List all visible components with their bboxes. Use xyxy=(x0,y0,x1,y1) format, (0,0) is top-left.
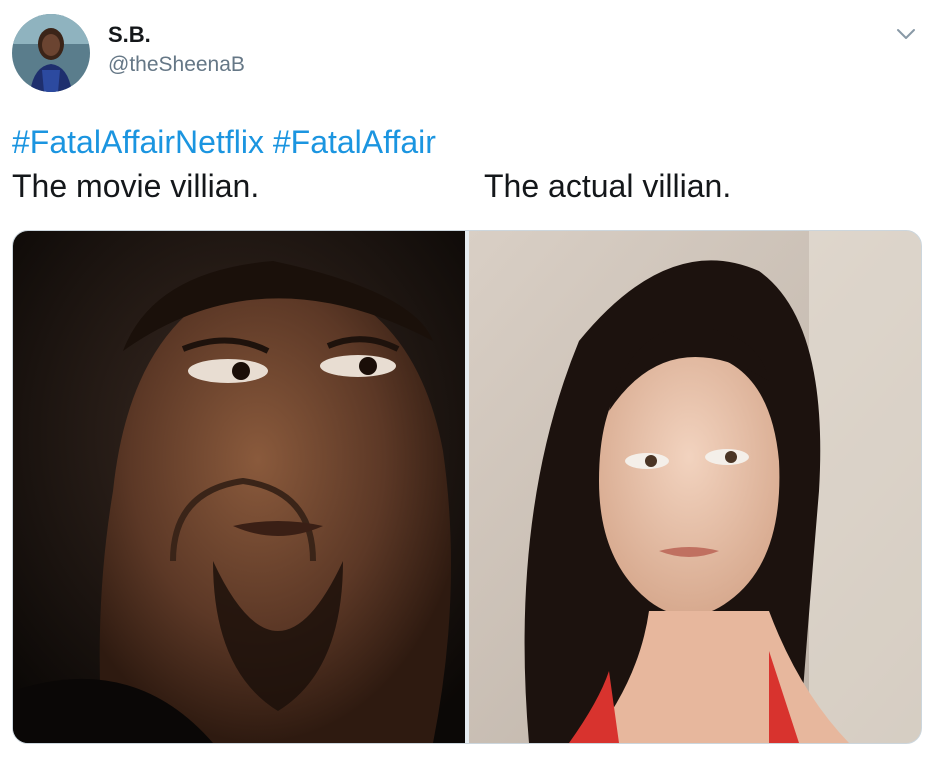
caption-row: The movie villian. The actual villian. xyxy=(12,164,912,208)
hashtag-line: #FatalAffairNetflix #FatalAffair xyxy=(12,120,912,164)
photo-man-portrait[interactable] xyxy=(13,231,465,743)
caption-left: The movie villian. xyxy=(12,168,260,204)
photo-woman-portrait[interactable] xyxy=(469,231,921,743)
caption-right: The actual villian. xyxy=(484,168,732,204)
chevron-down-icon[interactable] xyxy=(894,24,918,44)
display-name[interactable]: S.B. xyxy=(108,22,151,48)
avatar[interactable] xyxy=(12,14,90,92)
tweet-card: S.B. @theSheenaB #FatalAffairNetflix #Fa… xyxy=(0,0,938,772)
tweet-text: #FatalAffairNetflix #FatalAffair The mov… xyxy=(12,120,912,208)
media-grid xyxy=(12,230,922,744)
hashtag-link[interactable]: #FatalAffair xyxy=(273,124,436,160)
hashtag-link[interactable]: #FatalAffairNetflix xyxy=(12,124,264,160)
user-handle[interactable]: @theSheenaB xyxy=(108,53,245,77)
